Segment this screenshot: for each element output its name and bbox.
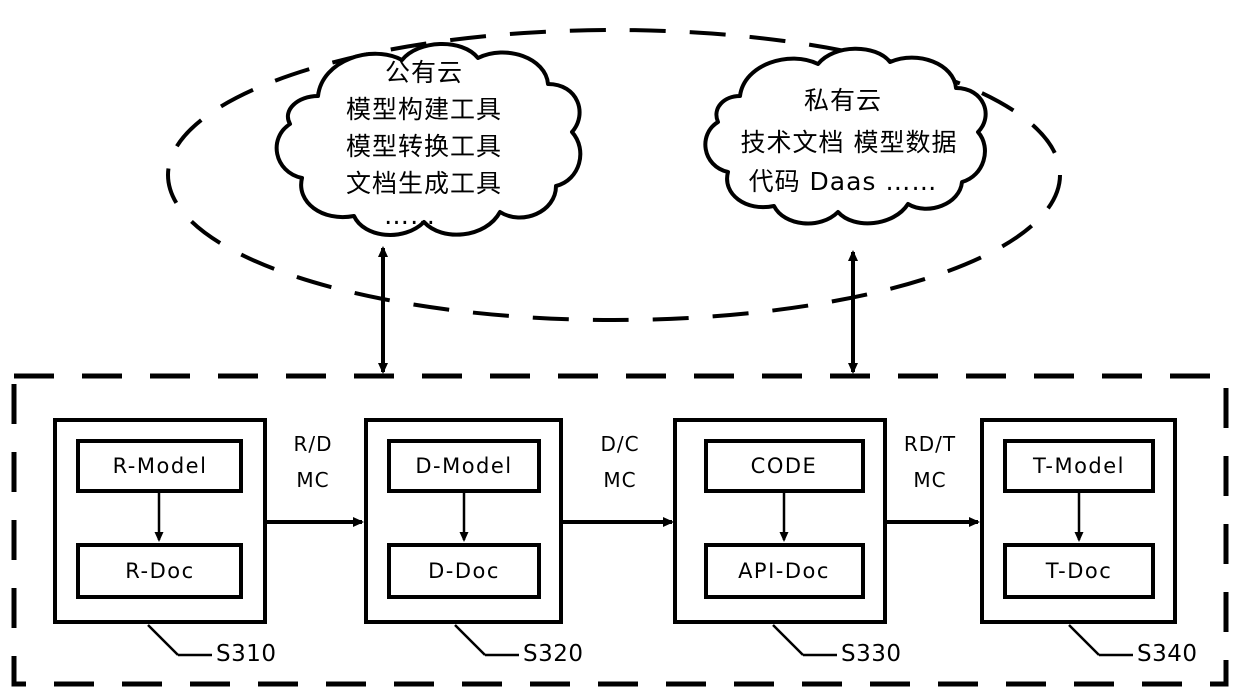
private-cloud-line-3: 代码 Daas …… bbox=[748, 167, 938, 196]
step-label-s310: S310 bbox=[216, 641, 277, 667]
system-boundary bbox=[11, 373, 1229, 687]
public-cloud-line-1: 公有云 bbox=[384, 58, 464, 87]
step-label-s330: S330 bbox=[841, 641, 902, 667]
connector-3-label-line1: RD/T bbox=[903, 432, 957, 456]
private-cloud-line-2: 技术文档 模型数据 bbox=[740, 128, 958, 157]
connector-3-label-line2: MC bbox=[913, 468, 947, 492]
connector-2-label-line2: MC bbox=[603, 468, 637, 492]
diagram-canvas: 公有云 模型构建工具 模型转换工具 文档生成工具 …… 私有云 技术文档 模型数… bbox=[0, 0, 1240, 699]
stage-s340-top-label: T-Model bbox=[1032, 454, 1126, 478]
public-cloud-line-4: 文档生成工具 bbox=[345, 169, 503, 198]
connector-1-label-line2: MC bbox=[296, 468, 330, 492]
stage-s340-bottom-label: T-Doc bbox=[1045, 559, 1113, 583]
step-label-s320: S320 bbox=[523, 641, 584, 667]
public-cloud-ellipsis: …… bbox=[384, 201, 436, 230]
private-cloud-line-1: 私有云 bbox=[803, 86, 883, 115]
leader-line-s310 bbox=[147, 624, 179, 656]
leader-line-s330 bbox=[772, 624, 804, 656]
leader-line-s340 bbox=[1068, 624, 1100, 656]
step-label-s340: S340 bbox=[1137, 641, 1198, 667]
public-cloud-line-2: 模型构建工具 bbox=[345, 95, 503, 124]
connector-1-label-line1: R/D bbox=[293, 432, 333, 456]
stage-s330-top-label: CODE bbox=[750, 454, 818, 478]
stage-s310-top-label: R-Model bbox=[112, 454, 208, 478]
leader-line-s320 bbox=[454, 624, 486, 656]
public-cloud-line-3: 模型转换工具 bbox=[345, 132, 503, 161]
stage-s320-bottom-label: D-Doc bbox=[428, 559, 500, 583]
stage-s330-bottom-label: API-Doc bbox=[738, 559, 830, 583]
connector-2-label-line1: D/C bbox=[600, 432, 640, 456]
stage-s320-top-label: D-Model bbox=[415, 454, 513, 478]
stage-s310-bottom-label: R-Doc bbox=[125, 559, 195, 583]
diagram-vectors bbox=[11, 28, 1229, 687]
